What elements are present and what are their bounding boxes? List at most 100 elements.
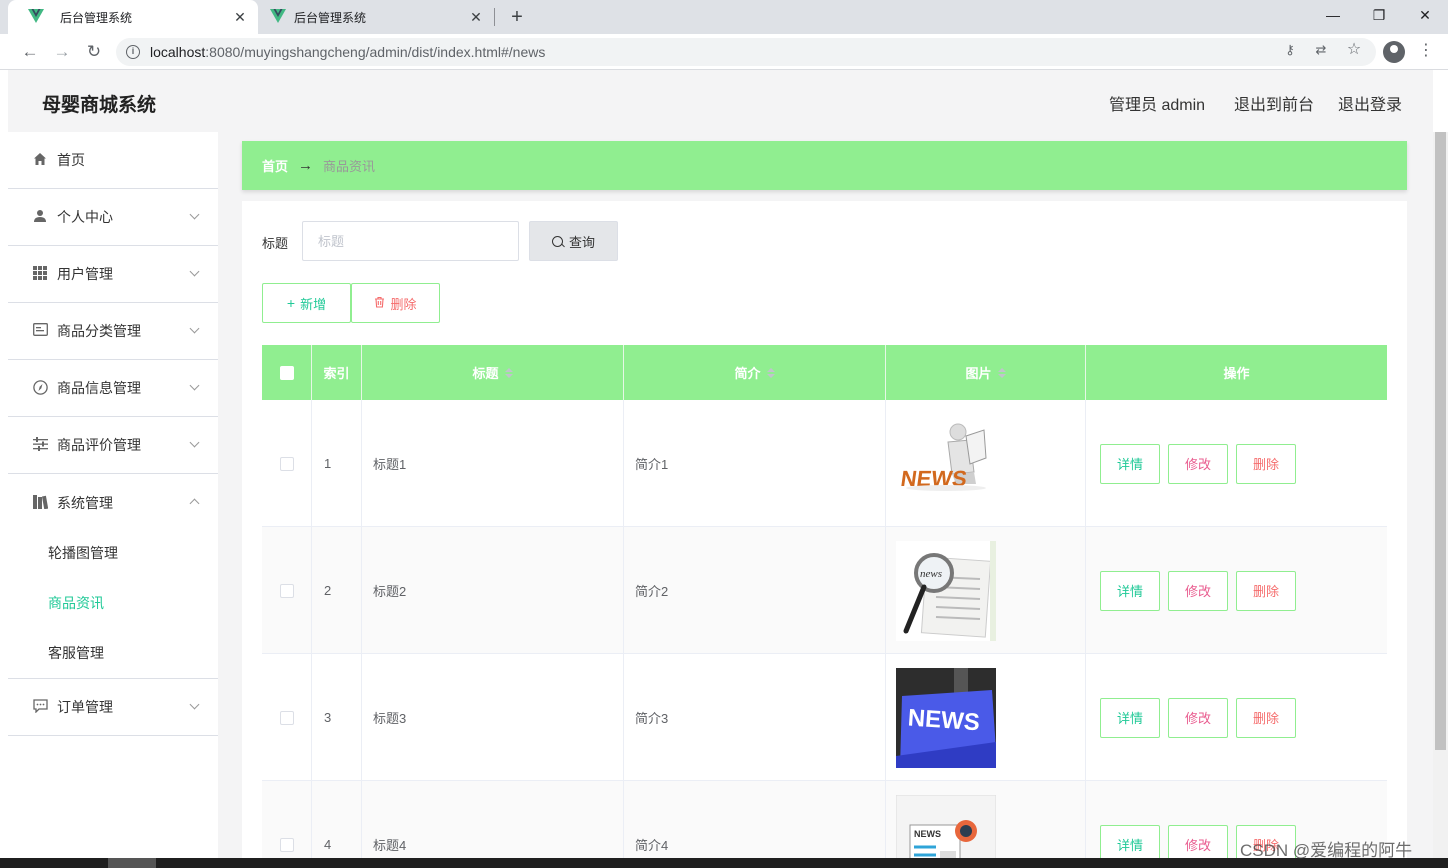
cell-intro: 简介2 (624, 527, 886, 654)
window-close-button[interactable]: ✕ (1410, 4, 1440, 26)
detail-button[interactable]: 详情 (1100, 443, 1160, 484)
chevron-down-icon (189, 209, 200, 220)
delete-button[interactable]: 删除 (1236, 443, 1296, 484)
chat-icon (32, 699, 48, 715)
cell-ops: 详情 修改 删除 (1086, 527, 1387, 654)
breadcrumb-home[interactable]: 首页 (262, 156, 288, 175)
tab-close-icon[interactable]: ✕ (232, 9, 248, 26)
header-select-all[interactable] (262, 345, 312, 400)
tab-separator (494, 8, 495, 26)
cell-title: 标题4 (362, 781, 624, 868)
reload-icon[interactable]: ↻ (82, 40, 106, 64)
translate-icon[interactable]: ⇄ (1311, 40, 1331, 60)
address-bar[interactable]: i localhost:8080/muyingshangcheng/admin/… (116, 38, 1376, 66)
breadcrumb-current: 商品资讯 (323, 159, 376, 174)
header-intro[interactable]: 简介 (624, 345, 886, 400)
sort-icon[interactable] (504, 367, 513, 378)
table-row: 3 标题3 简介3 NEWS 详情 修改 删除 (262, 654, 1387, 781)
logout-link[interactable]: 退出登录 (1338, 91, 1402, 115)
sidebar-item-label: 订单管理 (57, 699, 113, 715)
sidebar-item-profile[interactable]: 个人中心 (8, 189, 218, 246)
new-tab-button[interactable]: + (506, 4, 528, 30)
browser-tab[interactable]: 后台管理系统 ✕ (258, 0, 494, 34)
sidebar-item-label: 商品分类管理 (57, 323, 141, 339)
back-icon[interactable]: ← (18, 40, 42, 64)
svg-text:NEWS: NEWS (914, 829, 941, 839)
sidebar-item-users[interactable]: 用户管理 (8, 246, 218, 303)
card-icon (32, 323, 48, 339)
table-row: 2 标题2 简介2 news 详情 修改 删除 (262, 527, 1387, 654)
news-magnifier-image: news (896, 540, 996, 641)
checkbox[interactable] (279, 837, 294, 852)
chevron-down-icon (189, 437, 200, 448)
svg-text:NEWS: NEWS (907, 704, 981, 736)
cell-title: 标题3 (362, 654, 624, 781)
minimize-button[interactable]: — (1318, 4, 1348, 26)
detail-button[interactable]: 详情 (1100, 697, 1160, 738)
submenu-item-news[interactable]: 商品资讯 (8, 578, 218, 628)
row-select[interactable] (262, 400, 312, 527)
scrollbar-thumb[interactable] (1435, 132, 1446, 750)
row-select[interactable] (262, 527, 312, 654)
cell-index: 4 (312, 781, 362, 868)
back-to-front-link[interactable]: 退出到前台 (1234, 91, 1314, 115)
chevron-down-icon (189, 266, 200, 277)
sidebar-item-category[interactable]: 商品分类管理 (8, 303, 218, 360)
submenu-item-carousel[interactable]: 轮播图管理 (8, 528, 218, 578)
breadcrumb: 首页 → 商品资讯 (242, 141, 1407, 190)
cell-index: 2 (312, 527, 362, 654)
profile-icon[interactable] (1383, 41, 1405, 63)
detail-button[interactable]: 详情 (1100, 570, 1160, 611)
sidebar-item-system[interactable]: 系统管理 (8, 474, 218, 531)
cell-index: 1 (312, 400, 362, 527)
page-scrollbar[interactable] (1433, 132, 1448, 868)
watermark: CSDN @爱编程的阿牛 (1240, 841, 1413, 860)
grid-icon (32, 266, 48, 282)
batch-delete-button[interactable]: 删除 (351, 283, 440, 323)
forward-icon[interactable]: → (50, 40, 74, 64)
url-text[interactable]: localhost:8080/muyingshangcheng/admin/di… (150, 44, 545, 60)
browser-toolbar: ← → ↻ i localhost:8080/muyingshangcheng/… (0, 34, 1448, 70)
search-input[interactable] (302, 221, 519, 261)
edit-button[interactable]: 修改 (1168, 443, 1228, 484)
row-select[interactable] (262, 781, 312, 868)
header-image[interactable]: 图片 (886, 345, 1086, 400)
delete-button[interactable]: 删除 (1236, 570, 1296, 611)
row-select[interactable] (262, 654, 312, 781)
submenu-item-service[interactable]: 客服管理 (8, 628, 218, 678)
books-icon (32, 494, 48, 511)
sidebar-item-orders[interactable]: 订单管理 (8, 679, 218, 736)
sidebar-item-label: 首页 (57, 152, 85, 168)
restore-button[interactable]: ❐ (1364, 4, 1394, 26)
menu-icon[interactable]: ⋮ (1418, 40, 1434, 60)
sort-icon[interactable] (997, 367, 1006, 378)
checkbox[interactable] (279, 456, 294, 471)
taskbar-item[interactable] (108, 858, 156, 868)
checkbox[interactable] (279, 365, 294, 380)
os-taskbar (0, 858, 1448, 868)
sidebar-item-label: 商品信息管理 (57, 380, 141, 396)
compass-icon (32, 380, 48, 396)
star-icon[interactable]: ☆ (1344, 40, 1364, 60)
sidebar-item-reviews[interactable]: 商品评价管理 (8, 417, 218, 474)
delete-button[interactable]: 删除 (1236, 697, 1296, 738)
sort-icon[interactable] (766, 367, 775, 378)
checkbox[interactable] (279, 583, 294, 598)
cell-intro: 简介1 (624, 400, 886, 527)
edit-button[interactable]: 修改 (1168, 570, 1228, 611)
search-icon (551, 235, 563, 247)
cell-index: 3 (312, 654, 362, 781)
edit-button[interactable]: 修改 (1168, 697, 1228, 738)
sidebar-item-goods[interactable]: 商品信息管理 (8, 360, 218, 417)
search-button[interactable]: 查询 (529, 221, 618, 261)
search-label: 标题 (262, 236, 289, 251)
header-title[interactable]: 标题 (362, 345, 624, 400)
info-icon[interactable]: i (126, 45, 140, 59)
add-button[interactable]: + 新增 (262, 283, 351, 323)
browser-tab-active[interactable]: 后台管理系统 ✕ (8, 0, 258, 34)
tab-close-icon[interactable]: ✕ (468, 9, 484, 26)
sidebar-item-home[interactable]: 首页 (8, 132, 218, 189)
key-icon[interactable]: ⚷ (1280, 40, 1300, 60)
home-icon (32, 152, 48, 168)
checkbox[interactable] (279, 710, 294, 725)
